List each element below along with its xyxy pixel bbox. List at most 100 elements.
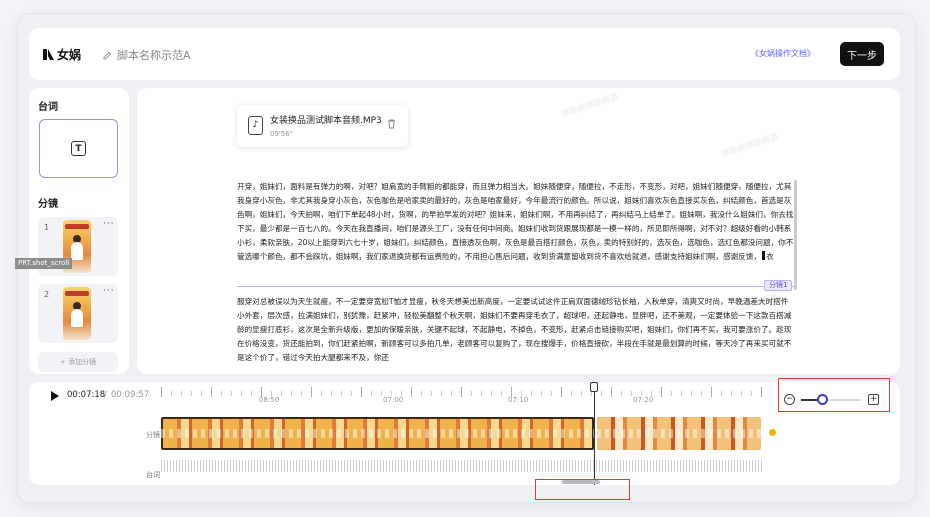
trash-icon[interactable] xyxy=(387,119,396,129)
shot-item[interactable]: 2 ··· xyxy=(38,284,118,343)
ruler-tick xyxy=(611,387,612,397)
vertical-scrollbar[interactable] xyxy=(794,180,797,290)
ruler-tick xyxy=(431,391,432,396)
ruler-tick xyxy=(371,391,372,396)
top-bar: 女娲 脚本名称示范A 《女娲操作文档》 下一步 xyxy=(29,28,900,80)
ruler-tick xyxy=(191,391,192,396)
ruler-tick xyxy=(561,387,562,397)
more-icon[interactable]: ··· xyxy=(103,286,115,296)
ruler-tick xyxy=(531,391,532,396)
ruler-tick xyxy=(251,391,252,396)
audio-waveform-track[interactable] xyxy=(161,460,763,472)
ruler-tick xyxy=(711,387,712,397)
ruler-tick xyxy=(661,387,662,397)
script-name-field[interactable]: 脚本名称示范A xyxy=(103,47,191,63)
ruler-tick xyxy=(721,391,722,396)
pencil-icon xyxy=(103,51,112,59)
lines-card[interactable]: T xyxy=(39,119,118,178)
segment-tag[interactable]: 分镜1 xyxy=(764,280,793,291)
ruler-tick xyxy=(541,391,542,396)
ruler-tick xyxy=(421,391,422,396)
video-clip-2[interactable] xyxy=(597,417,761,450)
ruler-tick xyxy=(271,391,272,396)
segment-1-text: 开穿，姐妹们，面料是有弹力的啊，对吧？姐肩宽的手臂粗的都能穿，而且弹力相当大。姐… xyxy=(237,182,794,261)
ruler-tick xyxy=(441,391,442,396)
ruler-tick xyxy=(391,391,392,396)
ruler-tick xyxy=(311,387,312,397)
text-cursor xyxy=(761,251,765,260)
shot-number: 2 xyxy=(44,290,50,299)
ruler-tick xyxy=(751,391,752,396)
script-segment-1[interactable]: 开穿，姐妹们，面料是有弹力的啊，对吧？姐肩宽的手臂粗的都能穿，而且弹力相当大。姐… xyxy=(237,180,794,278)
ruler-tick xyxy=(641,391,642,396)
ruler-tick xyxy=(361,387,362,397)
segment-divider xyxy=(237,286,794,287)
left-panel: 台词 T 分镜 1 ··· 2 ··· + 添加分镜 xyxy=(29,88,129,374)
video-track[interactable] xyxy=(161,417,761,450)
segment-1-tail: 衣 xyxy=(765,252,774,261)
add-shot-button[interactable]: + 添加分镜 xyxy=(38,352,118,372)
ruler-tick xyxy=(581,391,582,396)
playhead-handle[interactable] xyxy=(590,382,598,392)
ruler-tick xyxy=(231,391,232,396)
video-clip-1[interactable] xyxy=(161,417,594,450)
ruler-tick xyxy=(181,391,182,396)
ruler-tick xyxy=(691,391,692,396)
ruler-tick xyxy=(571,391,572,396)
ruler-tick xyxy=(741,391,742,396)
ruler-tick xyxy=(621,391,622,396)
play-icon[interactable] xyxy=(51,391,59,401)
audio-duration: 09'56" xyxy=(270,130,293,138)
main-panel: ♪ 女装换品测试脚本音频.MP3 09'56" 开穿，姐妹们，面料是有弹力的啊，… xyxy=(137,88,900,374)
doc-link[interactable]: 《女娲操作文档》 xyxy=(751,48,815,59)
ruler-tick xyxy=(401,391,402,396)
ruler-tick xyxy=(281,391,282,396)
ruler-tick xyxy=(551,391,552,396)
ruler-tick xyxy=(201,391,202,396)
tick-label: 08:50 xyxy=(259,396,280,404)
tick-label: 07:00 xyxy=(383,396,404,404)
ruler-tick xyxy=(631,391,632,396)
app-logo: 女娲 xyxy=(43,46,81,63)
track-marker-dot xyxy=(769,429,776,436)
highlight-box-scrollbar xyxy=(535,479,630,500)
ruler-tick xyxy=(671,391,672,396)
ruler-tick xyxy=(491,391,492,396)
tick-label: 07:20 xyxy=(633,396,654,404)
timeline-panel: 00:07:18 / 00:09:57 08:50 07:00 07:10 07… xyxy=(29,382,900,485)
ruler-tick xyxy=(321,391,322,396)
logo-icon xyxy=(43,49,54,60)
segment-2-text: 服穿对总被误以为天生就瘦，不一定要穿宽松T恤才显瘦，秋冬天想美出新高度，一定要试… xyxy=(237,297,792,362)
ruler-tick xyxy=(171,391,172,396)
ruler-tick xyxy=(331,391,332,396)
more-icon[interactable]: ··· xyxy=(103,219,115,229)
video-row-label: 分镜 xyxy=(146,431,160,439)
ruler-tick xyxy=(411,387,412,397)
ruler-tick xyxy=(211,387,212,397)
ruler-tick xyxy=(471,391,472,396)
ruler-tick xyxy=(301,391,302,396)
shot-thumbnail xyxy=(63,287,91,340)
ruler-tick xyxy=(241,391,242,396)
ruler-tick xyxy=(461,387,462,397)
ruler-tick xyxy=(341,391,342,396)
time-ruler[interactable]: 08:50 07:00 07:10 07:20 xyxy=(161,382,762,410)
audio-file-card[interactable]: ♪ 女装换品测试脚本音频.MP3 09'56" xyxy=(237,105,408,147)
shot-number: 1 xyxy=(44,223,50,232)
ruler-tick xyxy=(731,391,732,396)
ruler-tick xyxy=(291,391,292,396)
logo-text: 女娲 xyxy=(57,48,82,62)
music-file-icon: ♪ xyxy=(248,116,263,135)
text-icon: T xyxy=(71,141,86,156)
ruler-tick xyxy=(381,391,382,396)
debug-label: PRT.shot_scroll xyxy=(15,258,73,269)
next-button[interactable]: 下一步 xyxy=(840,42,884,66)
highlight-box-zoom xyxy=(778,378,890,412)
script-segment-2[interactable]: 服穿对总被误以为天生就瘦，不一定要穿宽松T恤才显瘦，秋冬天想美出新高度，一定要试… xyxy=(237,295,794,374)
playhead-line xyxy=(594,382,595,485)
time-separator: / xyxy=(104,390,107,400)
ruler-tick xyxy=(511,387,512,397)
audio-row-label: 台词 xyxy=(146,471,160,479)
lines-section-title: 台词 xyxy=(38,102,58,113)
shots-section-title: 分镜 xyxy=(38,199,58,210)
